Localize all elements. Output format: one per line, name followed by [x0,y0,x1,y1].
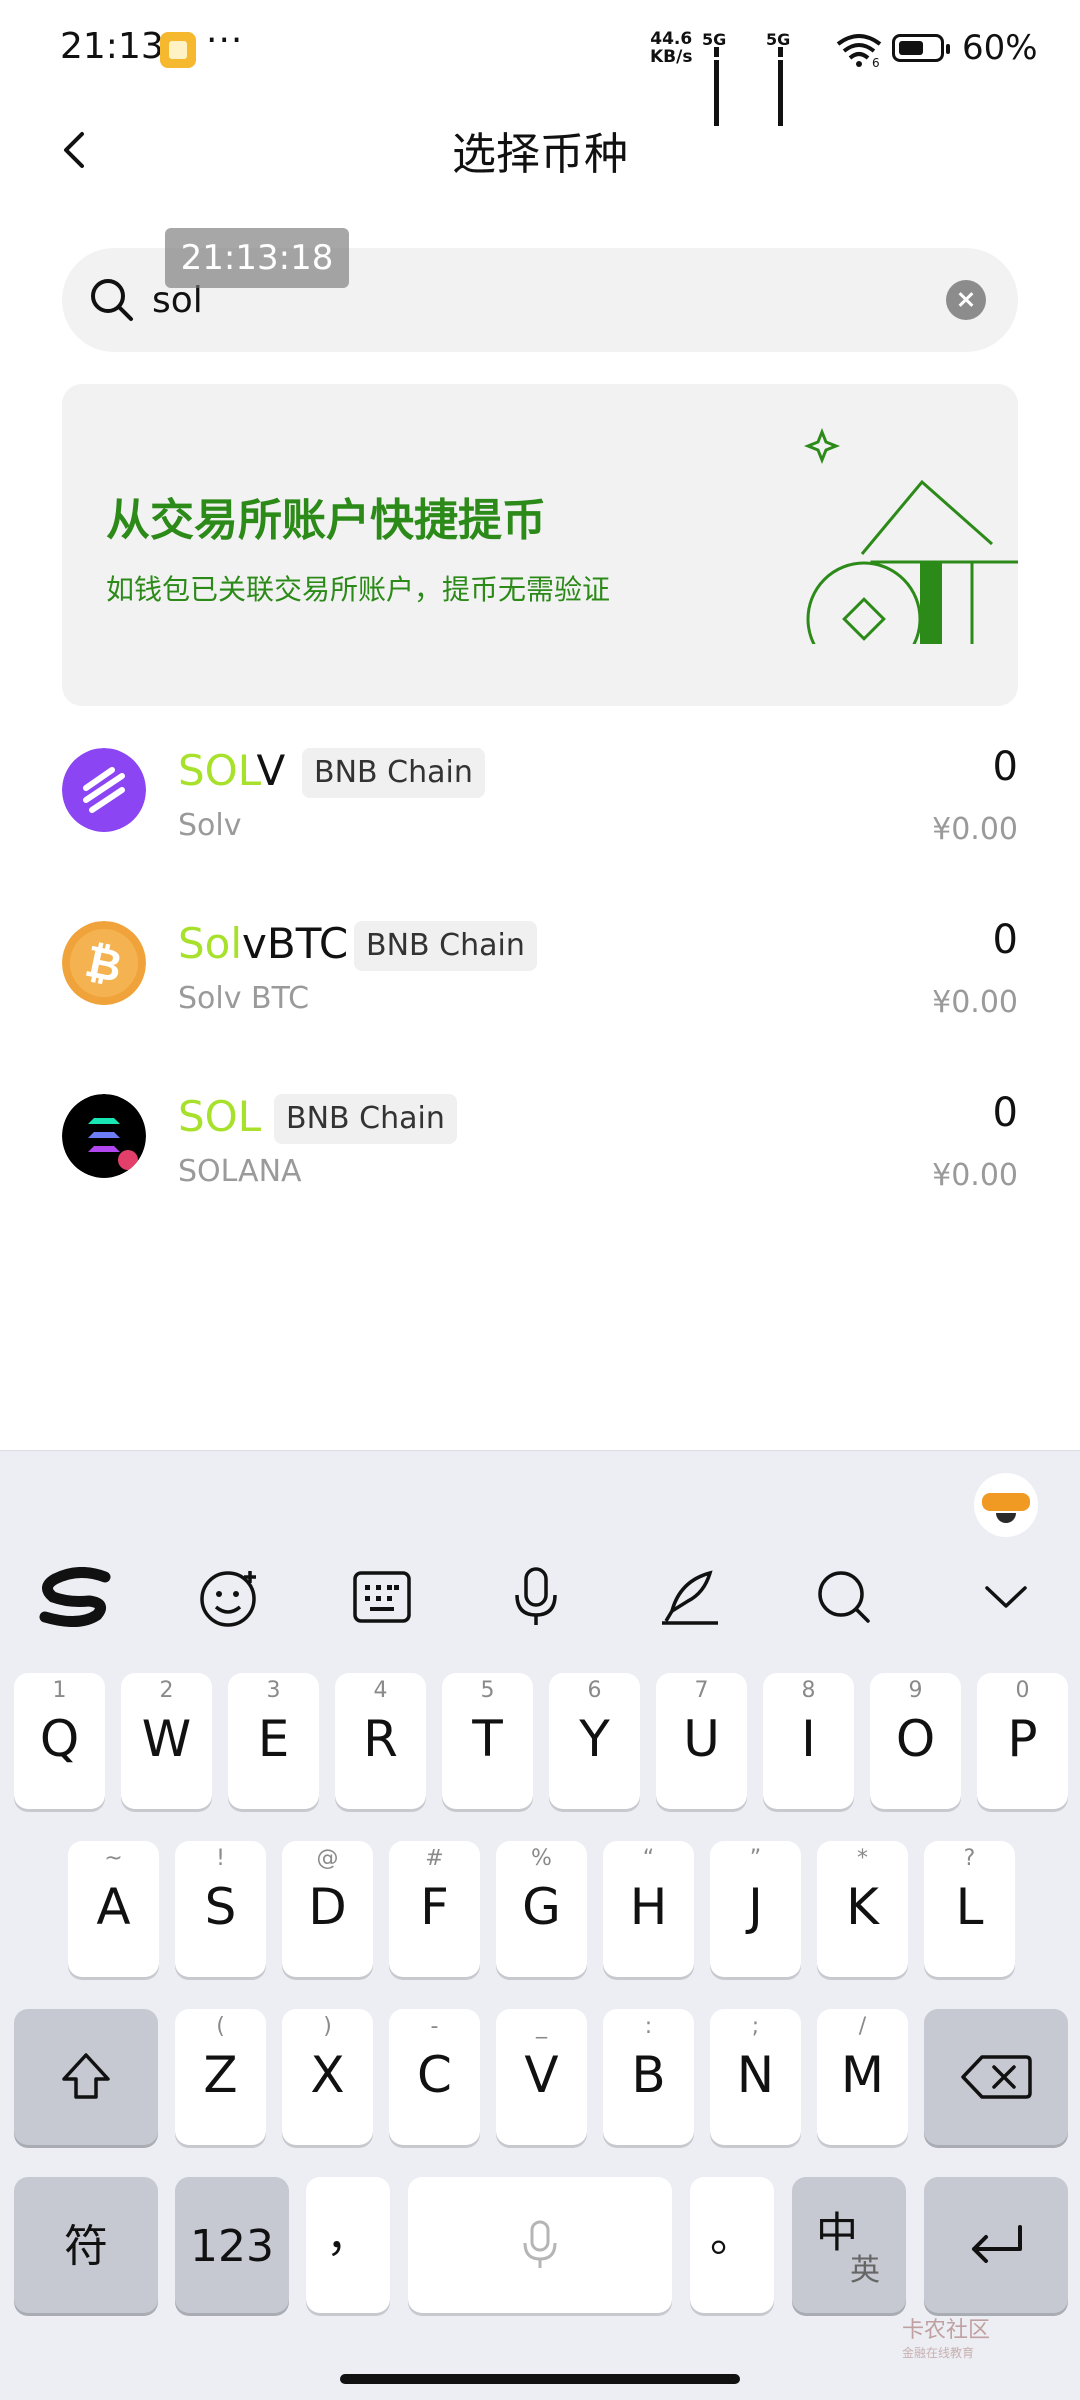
enter-key[interactable] [924,2177,1068,2313]
solana-token-icon [62,1094,146,1178]
key-a[interactable]: ~ A [68,1841,159,1977]
symbols-key[interactable]: 符 [14,2177,158,2313]
microphone-icon[interactable] [496,1557,576,1637]
search-icon[interactable] [804,1557,884,1637]
key-y[interactable]: 6Y [549,1673,640,1809]
network-rate: 44.6 KB/s [650,30,692,66]
search-icon [91,279,133,321]
key-g[interactable]: % G [496,1841,587,1977]
page-title: 选择币种 [452,129,628,180]
token-row-sol[interactable]: SOL BNB Chain SOLANA 0 ¥0.00 [0,1072,1080,1244]
network-rate-value: 44.6 [650,29,693,49]
token-symbol: SOL [178,1092,261,1141]
key-o[interactable]: 9O [870,1673,961,1809]
battery-icon [892,34,950,62]
shift-icon [62,2053,110,2099]
microphone-icon [523,2220,557,2268]
key-v[interactable]: _ V [496,2009,587,2145]
token-row-solvbtc[interactable]: ₿ SolvBTC BNB Chain Solv BTC 0 ¥0.00 [0,899,1080,1071]
token-symbol-match: SOL [178,1092,262,1141]
emoji-icon[interactable] [190,1557,270,1637]
soft-keyboard: 1Q 2W 3E 4R 5T 6Y 7U 8I 9O 0P ~ A ! S @ D #… [0,1450,1080,2400]
token-symbol: SOLV [178,746,285,795]
language-switch-key[interactable]: 中 英 [792,2177,906,2313]
token-amount: 0 [992,917,1018,963]
key-b[interactable]: :B [603,2009,694,2145]
backspace-icon [961,2055,1032,2099]
token-fiat-value: ¥0.00 [932,1158,1018,1193]
space-key[interactable] [408,2177,672,2313]
handwriting-icon[interactable] [650,1557,730,1637]
token-symbol-match: SOL [178,746,257,795]
key-p[interactable]: 0P [977,1673,1068,1809]
backspace-key[interactable] [924,2009,1068,2145]
watermark: 卡农社区 金融在线教育 [902,2318,991,2360]
key-k[interactable]: * K [817,1841,908,1977]
token-row-solv[interactable]: SOLV BNB Chain Solv 0 ¥0.00 [0,726,1080,898]
chain-badge: BNB Chain [354,921,537,971]
key-c[interactable]: -C [389,2009,480,2145]
key-j[interactable]: ” J [710,1841,801,1977]
chain-badge: BNB Chain [302,748,485,798]
key-e[interactable]: 3E [228,1673,319,1809]
exchange-withdraw-banner[interactable]: 从交易所账户快捷提币 如钱包已关联交易所账户，提币无需验证 [62,384,1018,706]
key-i[interactable]: 8I [763,1673,854,1809]
enter-icon [972,2225,1022,2263]
key-u[interactable]: 7U [656,1673,747,1809]
status-time: 21:13 [60,26,164,67]
key-h[interactable]: “H [603,1841,694,1977]
key-m[interactable]: / M [817,2009,908,2145]
comma-key[interactable]: ， [306,2177,390,2313]
banner-subtitle: 如钱包已关联交易所账户，提币无需验证 [106,573,611,606]
more-notifications-icon: ··· [206,20,244,61]
solv-token-icon [62,748,146,832]
network-rate-unit: KB/s [650,47,693,67]
header: 选择币种 [0,100,1080,200]
timestamp-overlay: 21:13:18 [165,228,349,288]
key-q[interactable]: 1Q [14,1673,105,1809]
bitcoin-token-icon: ₿ [62,921,146,1005]
chain-badge: BNB Chain [274,1094,457,1144]
key-z[interactable]: (Z [175,2009,266,2145]
token-symbol-match: Sol [178,919,243,968]
token-name: SOLANA [178,1154,302,1189]
wifi-icon: 6 [836,34,882,68]
key-t[interactable]: 5T [442,1673,533,1809]
status-bar: 21:13 ··· 44.6 KB/s 5G 5G 6 60% [0,0,1080,126]
token-fiat-value: ¥0.00 [932,985,1018,1020]
key-w[interactable]: 2W [121,1673,212,1809]
keyboard-icon[interactable] [342,1557,422,1637]
lang-alt-label: 英 [850,2253,880,2288]
token-fiat-value: ¥0.00 [932,812,1018,847]
keyboard-mascot-icon[interactable] [974,1473,1038,1537]
shift-key[interactable] [14,2009,158,2145]
token-amount: 0 [992,744,1018,790]
key-s[interactable]: ! S [175,1841,266,1977]
token-symbol-rest: vBTC [242,919,349,968]
token-name: Solv BTC [178,981,310,1016]
exchange-building-icon [803,427,1018,644]
token-symbol-rest: V [256,746,286,795]
token-symbol: SolvBTC [178,919,348,968]
period-key[interactable]: 。 [690,2177,774,2313]
wifi-badge: 6 [872,56,880,68]
battery-fill [899,41,923,55]
banner-title: 从交易所账户快捷提币 [106,495,546,546]
notification-app-icon [160,32,196,68]
clear-search-button[interactable] [946,280,986,320]
key-n[interactable]: ; N [710,2009,801,2145]
sogou-logo-icon[interactable] [36,1557,116,1637]
key-l[interactable]: ? L [924,1841,1015,1977]
home-indicator[interactable] [340,2374,740,2384]
chevron-down-icon[interactable] [966,1557,1046,1637]
key-d[interactable]: @ D [282,1841,373,1977]
token-amount: 0 [992,1090,1018,1136]
token-name: Solv [178,808,242,843]
key-r[interactable]: 4R [335,1673,426,1809]
numbers-key[interactable]: 123 [175,2177,289,2313]
key-f[interactable]: # F [389,1841,480,1977]
battery-percent: 60% [962,28,1038,68]
key-x[interactable]: ) X [282,2009,373,2145]
